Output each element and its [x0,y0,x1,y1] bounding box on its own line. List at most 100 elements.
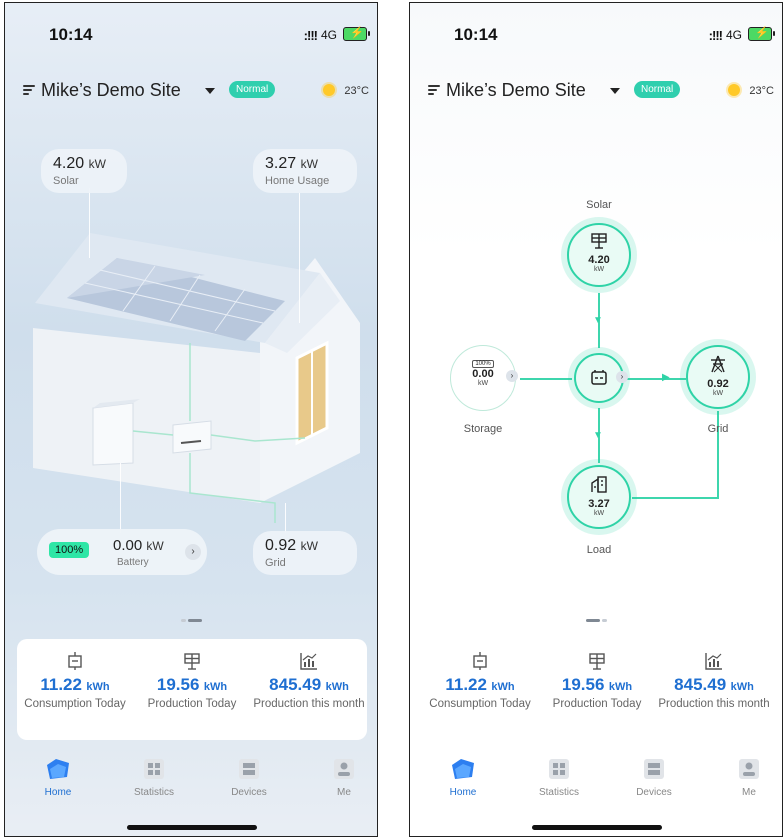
status-badge: Normal [634,81,681,98]
home-usage-pointer [299,193,300,323]
grid-node[interactable]: 0.92 kW [686,345,750,409]
nav-label: Statistics [538,787,579,798]
home-screen-house-view: 10:14 :!!! 4G ⚡ Mike’s Demo Site Normal … [4,2,378,837]
stat-unit: kWh [325,681,349,693]
home-usage-label-card[interactable]: 3.27 kW Home Usage [253,149,357,193]
network-type: 4G [725,28,742,42]
load-node[interactable]: 3.27 kW [567,465,631,529]
solar-label: Solar [53,175,79,187]
flow-line-storage-hub [520,378,572,380]
signal-icon: :!!! [303,28,318,43]
nav-me[interactable]: Me [309,751,377,798]
caret-down-icon[interactable] [610,88,620,94]
arrow-down-icon: ▼ [593,430,603,441]
page-dot-1 [180,619,186,622]
nav-label: Me [742,787,756,798]
home-indicator [532,825,662,830]
chevron-right-icon[interactable]: › [616,371,628,383]
home-icon [44,757,72,781]
home-indicator [127,825,257,830]
nav-devices[interactable]: Devices [214,751,284,798]
menu-icon[interactable] [23,85,35,95]
devices-icon [235,757,263,781]
nav-statistics[interactable]: Statistics [119,751,189,798]
battery-unit: kW [146,539,164,553]
nav-me[interactable]: Me [714,751,782,798]
storage-node-unit: kW [477,380,489,387]
solar-label-card[interactable]: 4.20 kW Solar [41,149,127,193]
load-node-unit: kW [593,510,605,517]
stat-production-today[interactable]: 19.56 kWh Production Today [539,639,655,740]
statistics-icon [140,757,168,781]
solar-unit: kW [88,157,106,171]
home-screen-flow-view: 10:14 :!!! 4G ⚡ Mike’s Demo Site Normal … [409,2,783,837]
solar-panel-icon [182,651,202,671]
battery-pointer [120,463,121,533]
nav-label: Me [337,787,351,798]
arrow-right-icon: ▶ [662,372,670,383]
battery-value: 0.00 [113,537,143,554]
site-selector[interactable]: Mike’s Demo Site [446,80,586,101]
solar-node[interactable]: 4.20 kW [567,223,631,287]
stat-consumption-today[interactable]: 11.22 kWh Consumption Today [17,639,133,740]
stat-unit: kWh [86,681,110,693]
grid-label-card[interactable]: 0.92 kW Grid [253,531,357,575]
flow-line-grid-load-h [632,497,719,499]
page-dot-1 [585,619,600,622]
site-header: Mike’s Demo Site Normal 23°C [5,75,377,105]
solar-pointer [89,188,90,258]
stat-value: 845.49 [269,675,322,694]
stat-label: Consumption Today [24,698,126,710]
page-indicator [410,609,782,622]
status-bar: 10:14 :!!! 4G ⚡ [5,3,377,61]
load-caption: Load [586,544,612,556]
nav-home[interactable]: Home [23,751,93,798]
nav-statistics[interactable]: Statistics [524,751,594,798]
stat-unit: kWh [491,681,515,693]
battery-status-icon: ⚡ [748,27,775,41]
solar-caption: Solar [586,199,612,211]
caret-down-icon[interactable] [205,88,215,94]
stat-value: 11.22 [40,675,82,694]
stat-production-month[interactable]: 845.49 kWh Production this month [251,639,367,740]
network-type: 4G [320,28,337,42]
house-illustration [33,233,360,523]
status-bar: 10:14 :!!! 4G ⚡ [410,3,782,61]
battery-label: Battery [117,557,149,568]
flow-line-hub-grid [626,378,686,380]
battery-card[interactable]: 100% 0.00 kW Battery › [37,529,207,575]
energy-stats-card: 11.22 kWh Consumption Today 19.56 kWh Pr… [422,639,772,740]
load-node-value: 3.27 [588,498,610,510]
page-dot-2 [187,619,202,622]
home-icon [449,757,477,781]
storage-caption: Storage [463,423,503,435]
nav-label: Home [449,787,477,798]
stat-value: 11.22 [445,675,487,694]
grid-value: 0.92 [265,537,297,554]
stat-label: Production this month [253,698,365,710]
site-header: Mike’s Demo Site Normal 23°C [410,75,782,105]
chevron-right-icon[interactable]: › [506,370,518,382]
nav-devices[interactable]: Devices [619,751,689,798]
chevron-right-icon[interactable]: › [185,544,201,560]
site-selector[interactable]: Mike’s Demo Site [41,80,181,101]
stat-unit: kWh [203,681,228,693]
profile-icon [735,757,763,781]
nav-home[interactable]: Home [428,751,498,798]
stat-production-month[interactable]: 845.49 kWh Production this month [656,639,772,740]
storage-percent: 100% [472,360,494,368]
sun-icon [728,84,740,96]
arrow-down-icon: ▼ [593,315,603,326]
inverter-icon [576,369,622,392]
stat-unit: kWh [608,681,633,693]
stat-label: Production this month [658,698,770,710]
grid-unit: kW [300,539,318,553]
stat-production-today[interactable]: 19.56 kWh Production Today [134,639,250,740]
energy-stats-card: 11.22 kWh Consumption Today 19.56 kWh Pr… [17,639,367,740]
sun-icon [323,84,335,96]
stat-consumption-today[interactable]: 11.22 kWh Consumption Today [422,639,538,740]
battery-percent: 100% [49,542,90,558]
stat-label: Production Today [552,698,642,710]
page-dot-2 [601,619,607,622]
menu-icon[interactable] [428,85,440,95]
